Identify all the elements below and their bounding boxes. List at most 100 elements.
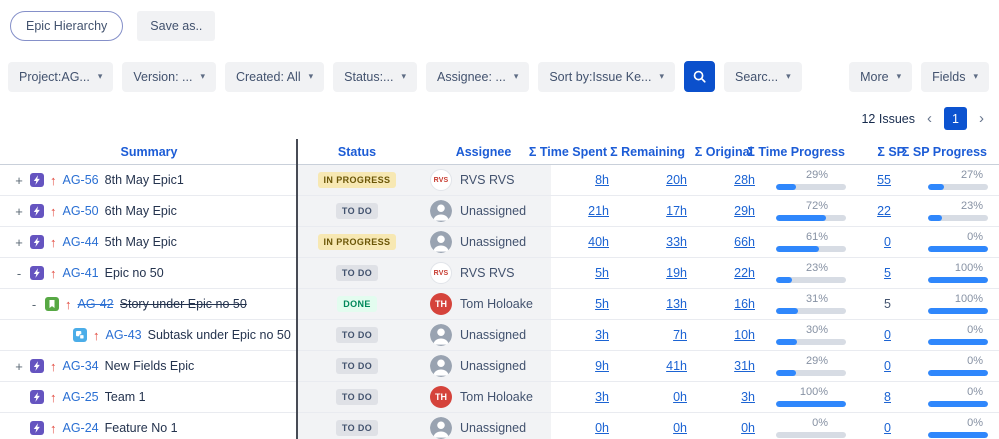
story-points-value[interactable]: 8 <box>884 390 891 404</box>
story-points-value[interactable]: 0 <box>884 421 891 435</box>
column-header-status[interactable]: Status <box>298 139 416 164</box>
table-row[interactable]: ↑AG-43Subtask under Epic no 50TO DOUnass… <box>0 320 999 351</box>
original-link[interactable]: 10h <box>734 328 755 342</box>
issue-key-link[interactable]: AG-43 <box>106 328 142 342</box>
issue-key-link[interactable]: AG-41 <box>63 266 99 280</box>
filter-assignee[interactable]: Assignee: ...▾ <box>426 62 529 92</box>
issue-key-link[interactable]: AG-34 <box>63 359 99 373</box>
row-expander-toggle[interactable]: + <box>14 235 24 250</box>
table-row[interactable]: +↑AG-568th May Epic1IN PROGRESSRVSRVS RV… <box>0 165 999 196</box>
status-badge: TO DO <box>336 327 378 343</box>
issue-key-link[interactable]: AG-50 <box>63 204 99 218</box>
time-progress-percent: 23% <box>776 263 846 274</box>
remaining-link[interactable]: 33h <box>666 235 687 249</box>
remaining-link[interactable]: 17h <box>666 204 687 218</box>
remaining-link[interactable]: 19h <box>666 266 687 280</box>
table-row[interactable]: +↑AG-34New Fields EpicTO DOUnassigned9h4… <box>0 351 999 382</box>
table-row[interactable]: +↑AG-506th May EpicTO DOUnassigned21h17h… <box>0 196 999 227</box>
next-page-icon[interactable]: › <box>976 111 987 126</box>
story-points-value[interactable]: 5 <box>884 266 891 280</box>
summary-cell: ↑AG-25Team 1 <box>0 382 298 412</box>
row-expander-toggle[interactable]: - <box>29 297 39 312</box>
column-header-time-spent[interactable]: Σ Time Spent <box>551 139 619 164</box>
remaining-link[interactable]: 0h <box>673 390 687 404</box>
story-points-value[interactable]: 0 <box>884 359 891 373</box>
time-spent-link[interactable]: 3h <box>595 328 609 342</box>
remaining-link[interactable]: 20h <box>666 173 687 187</box>
original-link[interactable]: 0h <box>741 421 755 435</box>
story-points-value[interactable]: 55 <box>877 173 891 187</box>
time-spent-link[interactable]: 5h <box>595 297 609 311</box>
issue-key-link[interactable]: AG-56 <box>63 173 99 187</box>
assignee-cell: Unassigned <box>416 320 551 350</box>
priority-highest-icon: ↑ <box>50 266 57 281</box>
sp-progress-cell: 100% <box>917 258 999 288</box>
story-points-value[interactable]: 0 <box>884 235 891 249</box>
time-spent-link[interactable]: 0h <box>595 421 609 435</box>
column-header-time-progress[interactable]: Σ Time Progress <box>765 139 857 164</box>
time-progress-cell: 61% <box>765 227 857 257</box>
assignee-name: Unassigned <box>460 235 526 249</box>
epic-hierarchy-button[interactable]: Epic Hierarchy <box>10 11 123 41</box>
remaining-link[interactable]: 7h <box>673 328 687 342</box>
prev-page-icon[interactable]: ‹ <box>924 111 935 126</box>
fields-button[interactable]: Fields▾ <box>921 62 989 92</box>
time-spent-link[interactable]: 8h <box>595 173 609 187</box>
issue-key-link[interactable]: AG-44 <box>63 235 99 249</box>
table-row[interactable]: ↑AG-25Team 1TO DOTHTom Holoake3h0h3h100%… <box>0 382 999 413</box>
row-expander-toggle[interactable]: + <box>14 204 24 219</box>
time-spent-link[interactable]: 3h <box>595 390 609 404</box>
column-header-summary[interactable]: Summary <box>0 139 298 164</box>
story-points-value[interactable]: 22 <box>877 204 891 218</box>
filter-status[interactable]: Status:...▾ <box>333 62 417 92</box>
time-spent-link[interactable]: 5h <box>595 266 609 280</box>
table-row[interactable]: -↑AG-41Epic no 50TO DORVSRVS RVS5h19h22h… <box>0 258 999 289</box>
user-avatar: TH <box>430 386 452 408</box>
issue-key-link[interactable]: AG-25 <box>63 390 99 404</box>
original-link[interactable]: 16h <box>734 297 755 311</box>
original-link[interactable]: 29h <box>734 204 755 218</box>
time-spent-link[interactable]: 9h <box>595 359 609 373</box>
original-link[interactable]: 31h <box>734 359 755 373</box>
filter-project[interactable]: Project:AG...▾ <box>8 62 113 92</box>
save-as-button[interactable]: Save as.. <box>137 11 215 41</box>
table-row[interactable]: -↑AG-42Story under Epic no 50DONETHTom H… <box>0 289 999 320</box>
time-spent-link[interactable]: 21h <box>588 204 609 218</box>
sp-progress-percent: 23% <box>928 201 988 212</box>
original-link[interactable]: 3h <box>741 390 755 404</box>
time-progress-bar <box>776 246 846 252</box>
summary-column-divider[interactable] <box>296 139 298 439</box>
table-header-row: SummaryStatusAssigneeΣ Time SpentΣ Remai… <box>0 139 999 165</box>
issue-key-link[interactable]: AG-42 <box>78 297 114 311</box>
assignee-cell: Unassigned <box>416 227 551 257</box>
filter-version[interactable]: Version: ...▾ <box>122 62 216 92</box>
table-row[interactable]: +↑AG-445th May EpicIN PROGRESSUnassigned… <box>0 227 999 258</box>
time-progress-cell: 29% <box>765 351 857 381</box>
search-button[interactable] <box>684 61 715 92</box>
remaining-link[interactable]: 41h <box>666 359 687 373</box>
original-link[interactable]: 28h <box>734 173 755 187</box>
remaining-link[interactable]: 13h <box>666 297 687 311</box>
issue-summary: Feature No 1 <box>105 421 178 435</box>
table-row[interactable]: ↑AG-24Feature No 1TO DOUnassigned0h0h0h0… <box>0 413 999 439</box>
original-link[interactable]: 66h <box>734 235 755 249</box>
filter-sort-by-label: Sort by:Issue Ke... <box>549 70 651 84</box>
row-expander-toggle[interactable]: + <box>14 359 24 374</box>
remaining-link[interactable]: 0h <box>673 421 687 435</box>
story-points-value[interactable]: 0 <box>884 328 891 342</box>
column-header-sp-progress[interactable]: Σ SP Progress <box>917 139 999 164</box>
row-expander-toggle[interactable]: - <box>14 266 24 281</box>
more-filters-button[interactable]: More▾ <box>849 62 912 92</box>
filter-created[interactable]: Created: All▾ <box>225 62 324 92</box>
sp-progress-cell: 0% <box>917 382 999 412</box>
current-page-button[interactable]: 1 <box>944 107 967 130</box>
filter-search[interactable]: Searc...▾ <box>724 62 802 92</box>
issue-key-link[interactable]: AG-24 <box>63 421 99 435</box>
time-spent-link[interactable]: 40h <box>588 235 609 249</box>
row-expander-toggle[interactable]: + <box>14 173 24 188</box>
filter-sort-by[interactable]: Sort by:Issue Ke...▾ <box>538 62 675 92</box>
original-link[interactable]: 22h <box>734 266 755 280</box>
column-header-remaining[interactable]: Σ Remaining <box>619 139 697 164</box>
time-spent-cell: 8h <box>551 165 619 195</box>
fields-button-label: Fields <box>932 70 965 84</box>
